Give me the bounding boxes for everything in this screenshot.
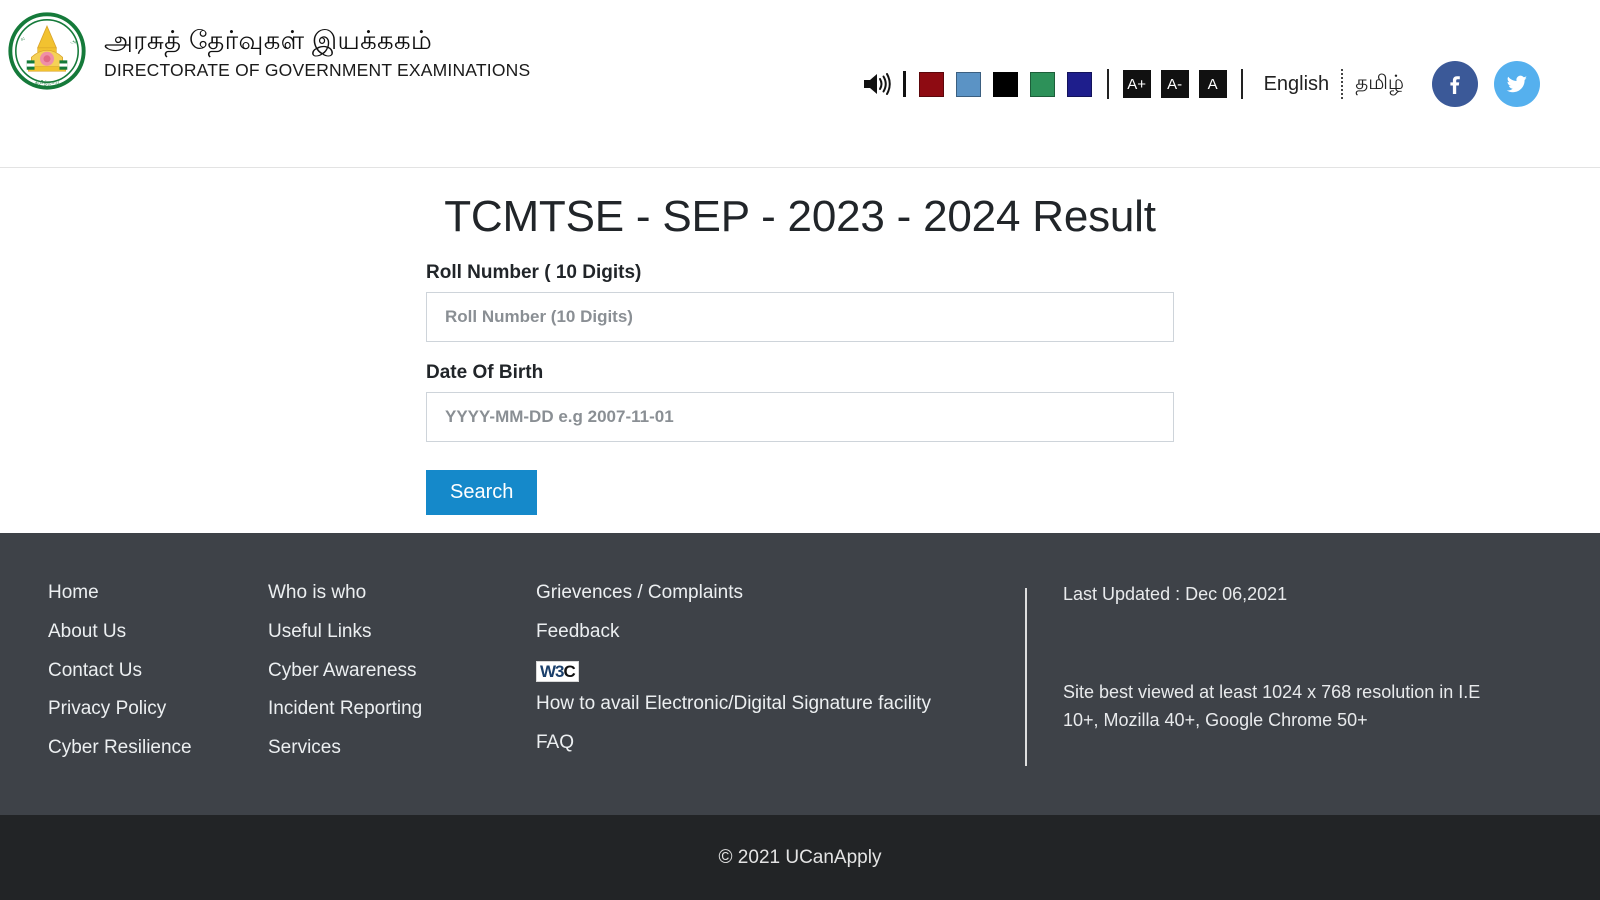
copyright-bar: © 2021 UCanApply [0,815,1600,900]
theme-swatch-dark-red[interactable] [918,71,944,97]
font-reset-button[interactable]: A [1198,70,1227,98]
copyright-text: © 2021 UCanApply [718,846,882,868]
footer-link-incident-reporting[interactable]: Incident Reporting [268,697,536,721]
brand-block[interactable]: தமிழ்நாடு ம அ அரசுத் தேர்வுகள் இயக்ககம் … [8,12,530,90]
result-search-form: Roll Number ( 10 Digits) Date Of Birth S… [418,262,1182,515]
roll-number-label: Roll Number ( 10 Digits) [426,262,642,283]
tn-government-emblem-icon: தமிழ்நாடு ம அ [8,12,86,90]
footer-column-secondary: Who is who Useful Links Cyber Awareness … [268,581,536,815]
page-title: TCMTSE - SEP - 2023 - 2024 Result [444,192,1156,241]
footer-vertical-divider [1025,588,1027,766]
footer-link-privacy-policy[interactable]: Privacy Policy [48,697,268,721]
w3c-badge-text-c: C [563,661,576,681]
brand-text: அரசுத் தேர்வுகள் இயக்ககம் DIRECTORATE OF… [104,25,531,81]
footer-column-support: Grievences / Complaints Feedback W3C How… [536,581,986,815]
footer-column-primary: Home About Us Contact Us Privacy Policy … [0,581,268,815]
page-root: தமிழ்நாடு ம அ அரசுத் தேர்வுகள் இயக்ககம் … [0,0,1600,900]
language-english-link[interactable]: English [1252,73,1342,96]
site-footer: Home About Us Contact Us Privacy Policy … [0,533,1600,815]
toolbar-divider-2 [1106,69,1109,99]
theme-swatch-navy[interactable] [1066,71,1092,97]
svg-text:ம: ம [20,36,24,42]
language-tamil-link[interactable]: தமிழ் [1343,72,1416,97]
footer-link-cyber-awareness[interactable]: Cyber Awareness [268,659,536,683]
search-button[interactable]: Search [426,470,538,515]
theme-swatch-black[interactable] [992,71,1018,97]
footer-link-feedback[interactable]: Feedback [536,620,986,644]
brand-title-english: DIRECTORATE OF GOVERNMENT EXAMINATIONS [104,59,531,80]
footer-link-contact-us[interactable]: Contact Us [48,659,268,683]
main-content: TCMTSE - SEP - 2023 - 2024 Result Roll N… [0,168,1600,515]
footer-link-services[interactable]: Services [268,736,536,760]
site-header: தமிழ்நாடு ம அ அரசுத் தேர்வுகள் இயக்ககம் … [0,0,1600,168]
brand-title-tamil: அரசுத் தேர்வுகள் இயக்ககம் [104,25,433,55]
twitter-icon[interactable] [1494,61,1540,107]
date-of-birth-label: Date Of Birth [426,362,544,383]
best-viewed-text: Site best viewed at least 1024 x 768 res… [1063,681,1481,730]
footer-link-faq[interactable]: FAQ [536,731,986,755]
footer-link-digital-signature[interactable]: How to avail Electronic/Digital Signatur… [536,692,986,716]
theme-swatch-green[interactable] [1029,71,1055,97]
facebook-icon[interactable] [1432,61,1478,107]
svg-text:தமிழ்நாடு: தமிழ்நாடு [35,80,60,86]
last-updated-text: Last Updated : Dec 06,2021 [1063,584,1288,604]
footer-link-home[interactable]: Home [48,581,268,605]
date-of-birth-input[interactable] [426,392,1174,442]
speaker-icon[interactable] [862,71,892,97]
toolbar-divider-3 [1240,69,1243,99]
svg-text:அ: அ [70,39,76,45]
toolbar-divider-1 [902,71,906,97]
footer-column-info: Last Updated : Dec 06,2021 Site best vie… [986,581,1506,815]
theme-swatch-steel-blue[interactable] [955,71,981,97]
footer-link-cyber-resilience[interactable]: Cyber Resilience [48,736,268,760]
footer-link-grievances[interactable]: Grievences / Complaints [536,581,986,605]
footer-link-about-us[interactable]: About Us [48,620,268,644]
font-increase-button[interactable]: A+ [1122,70,1151,98]
w3c-badge-text-w3: W3 [540,661,564,681]
font-decrease-button[interactable]: A- [1160,70,1189,98]
footer-link-useful-links[interactable]: Useful Links [268,620,536,644]
footer-link-who-is-who[interactable]: Who is who [268,581,536,605]
w3c-validation-badge-icon[interactable]: W3C [536,660,579,683]
roll-number-input[interactable] [426,292,1174,342]
accessibility-toolbar: A+ A- A English தமிழ் [862,61,1540,107]
